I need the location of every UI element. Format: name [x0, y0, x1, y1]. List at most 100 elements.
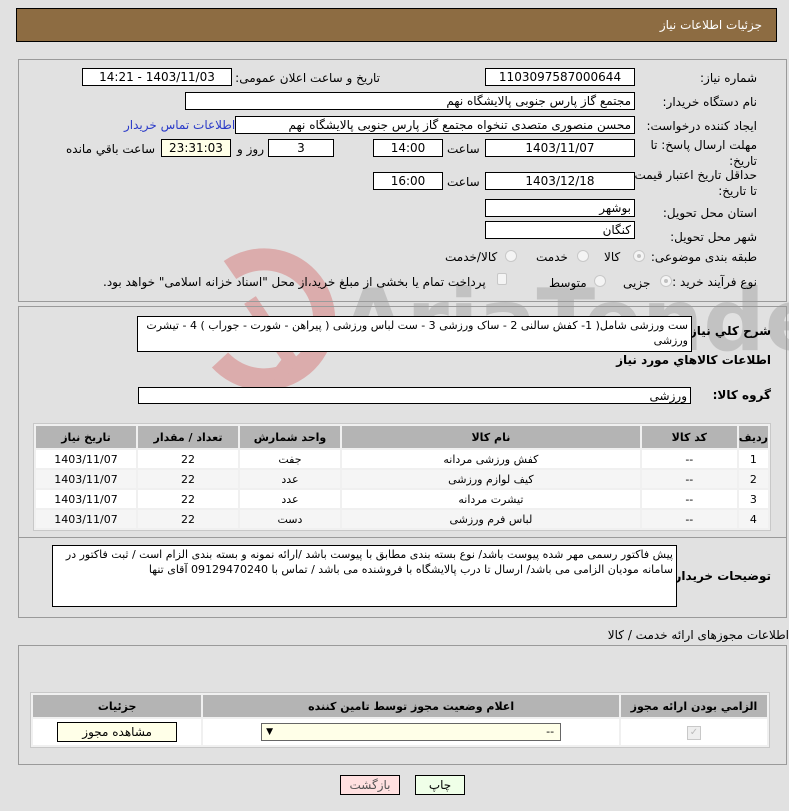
goods-section-title: اطلاعات کالاهاي مورد نياز [616, 353, 771, 367]
col-code: کد کالا [641, 426, 737, 448]
cell-permit-required: ✓ [621, 719, 767, 745]
remaining-days-field: 3 [268, 139, 334, 157]
reply-deadline-label: مهلت ارسال پاسخ: تا تاریخ: [650, 138, 757, 168]
cell-name: لباس فرم ورزشی [341, 510, 640, 528]
permit-status-select[interactable]: -- ▼ [261, 723, 562, 741]
chevron-down-icon: ▼ [266, 727, 274, 737]
buyer-notes-label: توضیحات خریدار: [669, 569, 771, 583]
cell-code: -- [641, 490, 737, 508]
cell-unit: عدد [239, 490, 340, 508]
cell-date: 1403/11/07 [36, 510, 137, 528]
cell-code: -- [641, 470, 737, 488]
description-label: شرح کلي نياز: [685, 324, 771, 338]
buyer-org-field: مجتمع گاز پارس جنوبی پالایشگاه نهم [185, 92, 635, 110]
col-permit-required: الزامي بودن ارائه مجوز [621, 695, 767, 717]
page-title: جزئیات اطلاعات نیاز [659, 18, 762, 32]
category-option-goods: کالا [604, 250, 621, 264]
category-radio-service[interactable] [577, 250, 589, 262]
permits-table: الزامي بودن ارائه مجوز اعلام وضعیت مجوز … [30, 692, 770, 748]
page-header: جزئیات اطلاعات نیاز [16, 8, 777, 42]
cell-name: تیشرت مردانه [341, 490, 640, 508]
process-option-medium: متوسط [549, 276, 587, 290]
cell-permit-details: مشاهده مجوز [33, 719, 202, 745]
buyer-contact-link[interactable]: اطلاعات تماس خریدار [124, 118, 235, 132]
cell-index: 4 [738, 510, 768, 528]
permit-status-value: -- [546, 725, 555, 738]
category-label: طبقه بندی موضوعی: [650, 250, 757, 264]
col-name: نام کالا [341, 426, 640, 448]
remaining-time-field: 23:31:03 [161, 139, 231, 157]
cell-date: 1403/11/07 [36, 470, 137, 488]
col-permit-status: اعلام وضعیت مجوز توسط تامین کننده [203, 695, 620, 717]
cell-permit-status: -- ▼ [203, 719, 620, 745]
cell-index: 2 [738, 470, 768, 488]
city-field: کنگان [485, 221, 635, 239]
cell-qty: 22 [138, 490, 238, 508]
goods-group-field: ورزشی [138, 387, 691, 404]
announce-datetime-field: 1403/11/03 - 14:21 [82, 68, 232, 86]
cell-qty: 22 [138, 450, 238, 468]
cell-name: کفش ورزشی مردانه [341, 450, 640, 468]
col-date: تاریخ نیاز [36, 426, 137, 448]
table-row: 1 -- کفش ورزشی مردانه جفت 22 1403/11/07 [36, 450, 768, 468]
process-radio-minor[interactable] [660, 275, 672, 287]
cell-code: -- [641, 510, 737, 528]
cell-code: -- [641, 450, 737, 468]
cell-unit: عدد [239, 470, 340, 488]
cell-unit: جفت [239, 450, 340, 468]
announce-label: تاریخ و ساعت اعلان عمومی: [235, 71, 380, 85]
cell-index: 3 [738, 490, 768, 508]
cell-index: 1 [738, 450, 768, 468]
creator-label: ایجاد کننده درخواست: [646, 119, 757, 133]
category-radio-goods[interactable] [633, 250, 645, 262]
remaining-time-label: ساعت باقي مانده [66, 142, 156, 156]
province-label: استان محل تحویل: [662, 206, 757, 220]
goods-group-label: گروه کالا: [712, 388, 771, 402]
col-index: ردیف [738, 426, 768, 448]
print-button[interactable]: چاپ [415, 775, 465, 795]
price-validity-date-field: 1403/12/18 [485, 172, 635, 190]
province-field: بوشهر [485, 199, 635, 217]
treasury-note: پرداخت تمام یا بخشی از مبلغ خرید،از محل … [103, 275, 486, 289]
view-permit-button[interactable]: مشاهده مجوز [57, 722, 178, 742]
table-row: 4 -- لباس فرم ورزشی دست 22 1403/11/07 [36, 510, 768, 528]
category-radio-goods-service[interactable] [505, 250, 517, 262]
buyer-notes-textarea[interactable]: پیش فاکتور رسمی مهر شده پیوست باشد/ نوع … [52, 545, 677, 607]
days-label: روز و [237, 142, 264, 156]
cell-qty: 22 [138, 470, 238, 488]
price-validity-time-field: 16:00 [373, 172, 443, 190]
cell-unit: دست [239, 510, 340, 528]
table-row: 3 -- تیشرت مردانه عدد 22 1403/11/07 [36, 490, 768, 508]
reply-date-field: 1403/11/07 [485, 139, 635, 157]
col-qty: تعداد / مقدار [138, 426, 238, 448]
need-number-field: 1103097587000644 [485, 68, 635, 86]
permit-required-checkbox[interactable]: ✓ [687, 725, 701, 740]
process-label: نوع فرآیند خرید : [672, 275, 757, 289]
cell-date: 1403/11/07 [36, 490, 137, 508]
reply-time-field: 14:00 [373, 139, 443, 157]
category-option-goods-service: کالا/خدمت [445, 250, 498, 264]
need-number-label: شماره نیاز: [700, 71, 757, 85]
goods-table-header: ردیف کد کالا نام کالا واحد شمارش تعداد /… [36, 426, 768, 448]
creator-field: محسن منصوری متصدی تنخواه مجتمع گاز پارس … [235, 116, 635, 134]
city-label: شهر محل تحویل: [670, 230, 757, 244]
category-option-service: خدمت [536, 250, 568, 264]
cell-name: کیف لوازم ورزشی [341, 470, 640, 488]
reply-time-label: ساعت [447, 142, 480, 156]
price-validity-label: حداقل تاریخ اعتبار قیمت: تا تاریخ: [630, 168, 757, 198]
goods-table: ردیف کد کالا نام کالا واحد شمارش تعداد /… [33, 423, 771, 531]
treasury-checkbox[interactable] [497, 273, 507, 285]
cell-date: 1403/11/07 [36, 450, 137, 468]
back-button[interactable]: بازگشت [340, 775, 400, 795]
table-row: 2 -- کیف لوازم ورزشی عدد 22 1403/11/07 [36, 470, 768, 488]
description-textarea[interactable]: ست ورزشی شامل( 1- کفش سالنی 2 - ساک ورزش… [137, 316, 692, 352]
buyer-org-label: نام دستگاه خریدار: [662, 95, 758, 109]
process-radio-medium[interactable] [594, 275, 606, 287]
permits-table-header: الزامي بودن ارائه مجوز اعلام وضعیت مجوز … [33, 695, 767, 717]
process-option-minor: جزیی [623, 276, 651, 290]
cell-qty: 22 [138, 510, 238, 528]
col-unit: واحد شمارش [239, 426, 340, 448]
permit-row: ✓ -- ▼ مشاهده مجوز [33, 719, 767, 745]
price-validity-time-label: ساعت [447, 175, 480, 189]
permits-section-title: اطلاعات مجوزهای ارائه خدمت / کالا [607, 628, 789, 642]
